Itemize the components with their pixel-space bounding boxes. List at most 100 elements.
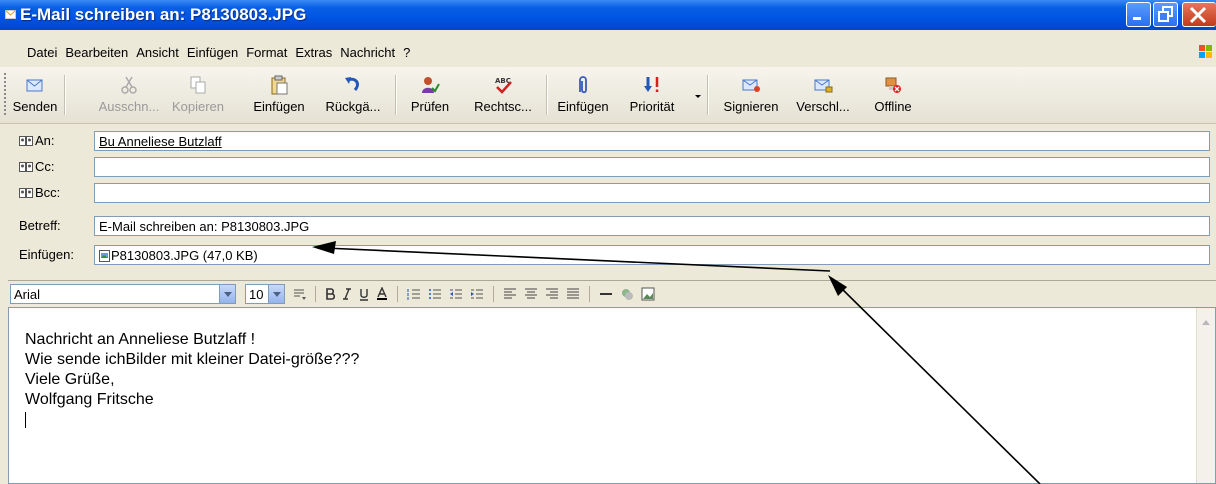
encrypt-label: Verschl... <box>796 99 850 114</box>
body-line: Viele Grüße, <box>25 371 115 388</box>
increase-indent-icon[interactable] <box>470 287 484 301</box>
toolbar-grip[interactable] <box>4 73 6 117</box>
vertical-scrollbar[interactable] <box>1196 308 1215 483</box>
priority-label: Priorität <box>629 99 675 114</box>
toolbar-separator <box>707 75 709 115</box>
menu-extras[interactable]: Extras <box>295 45 332 60</box>
subject-field[interactable]: E-Mail schreiben an: P8130803.JPG <box>94 216 1210 236</box>
check-names-label: Prüfen <box>410 99 450 114</box>
windows-logo-icon <box>1199 45 1212 58</box>
address-book-icon <box>19 162 33 172</box>
paragraph-style-icon[interactable] <box>292 287 306 301</box>
subject-row: Betreff: E-Mail schreiben an: P8130803.J… <box>0 214 1216 238</box>
send-button[interactable]: Senden <box>10 67 60 123</box>
menu-datei[interactable]: Datei <box>27 45 57 60</box>
insert-picture-icon[interactable] <box>641 287 655 301</box>
toolbar-separator <box>64 75 66 115</box>
bcc-field[interactable] <box>94 183 1210 203</box>
to-label-button[interactable]: An: <box>19 133 55 148</box>
encrypt-button[interactable]: Verschl... <box>788 67 858 123</box>
minimize-button[interactable] <box>1126 2 1151 27</box>
insert-link-icon[interactable] <box>620 287 634 301</box>
menu-help[interactable]: ? <box>403 45 410 60</box>
paste-label: Einfügen <box>253 99 305 114</box>
align-left-icon[interactable] <box>503 287 517 301</box>
bcc-row: Bcc: <box>0 181 1216 205</box>
sign-button[interactable]: Signieren <box>717 67 785 123</box>
offline-label: Offline <box>874 99 912 114</box>
cut-icon <box>121 76 137 94</box>
toolbar: Senden Ausschn... Kopieren Einfügen Rück… <box>0 67 1216 124</box>
check-names-button[interactable]: Prüfen <box>402 67 458 123</box>
copy-button[interactable]: Kopieren <box>163 67 233 123</box>
align-center-icon[interactable] <box>524 287 538 301</box>
undo-label: Rückgä... <box>325 99 381 114</box>
italic-icon[interactable] <box>342 287 352 301</box>
attach-button[interactable]: Einfügen <box>549 67 617 123</box>
horizontal-line-icon[interactable] <box>599 287 613 301</box>
bullet-list-icon[interactable] <box>428 287 442 301</box>
decrease-indent-icon[interactable] <box>449 287 463 301</box>
message-header: An: Bu Anneliese Butzlaff Cc: Bcc: Betre… <box>0 124 1216 268</box>
font-color-icon[interactable] <box>376 287 388 301</box>
to-label: An: <box>35 133 55 148</box>
numbered-list-icon[interactable] <box>407 287 421 301</box>
priority-button[interactable]: Priorität <box>620 67 684 123</box>
paste-button[interactable]: Einfügen <box>245 67 313 123</box>
font-size-select[interactable]: 10 <box>245 284 285 304</box>
chevron-down-icon[interactable] <box>268 285 284 303</box>
cut-button[interactable]: Ausschn... <box>96 67 162 123</box>
justify-icon[interactable] <box>566 287 580 301</box>
maximize-button[interactable] <box>1153 2 1178 27</box>
chevron-down-icon[interactable] <box>219 285 235 303</box>
body-line: Nachricht an Anneliese Butzlaff ! <box>25 331 256 348</box>
offline-icon <box>885 77 901 93</box>
address-book-icon <box>19 188 33 198</box>
copy-icon <box>190 76 206 94</box>
body-text[interactable]: Nachricht an Anneliese Butzlaff ! Wie se… <box>25 330 359 428</box>
cc-label-button[interactable]: Cc: <box>19 159 55 174</box>
bcc-label: Bcc: <box>35 185 61 200</box>
paste-icon <box>271 75 288 95</box>
menu-bar: Datei Bearbeiten Ansicht Einfügen Format… <box>0 30 1216 67</box>
bcc-label-button[interactable]: Bcc: <box>19 185 60 200</box>
format-buttons <box>292 286 655 302</box>
priority-dropdown-icon[interactable] <box>695 95 701 98</box>
body-line: Wie sende ichBilder mit kleiner Datei-gr… <box>25 351 360 368</box>
close-button[interactable] <box>1182 2 1216 27</box>
menu-format[interactable]: Format <box>246 45 287 60</box>
font-value: Arial <box>14 287 41 302</box>
attachment-field[interactable]: P8130803.JPG (47,0 KB) <box>94 245 1210 265</box>
toolbar-separator <box>395 75 397 115</box>
undo-button[interactable]: Rückgä... <box>313 67 393 123</box>
close-icon <box>1189 6 1207 24</box>
title-bar[interactable]: E-Mail schreiben an: P8130803.JPG <box>0 0 1216 30</box>
font-size-value: 10 <box>249 287 264 302</box>
scroll-up-icon[interactable] <box>1202 320 1210 325</box>
restore-icon <box>1158 6 1173 22</box>
message-body[interactable]: Nachricht an Anneliese Butzlaff ! Wie se… <box>8 307 1216 484</box>
bold-icon[interactable] <box>325 287 335 301</box>
sign-label: Signieren <box>723 99 779 114</box>
cc-row: Cc: <box>0 155 1216 179</box>
align-right-icon[interactable] <box>545 287 559 301</box>
font-select[interactable]: Arial <box>10 284 236 304</box>
underline-icon[interactable] <box>359 287 369 301</box>
attach-label: Einfügen <box>557 99 609 114</box>
send-label: Senden <box>12 99 58 114</box>
to-row: An: Bu Anneliese Butzlaff <box>0 129 1216 153</box>
offline-button[interactable]: Offline <box>866 67 920 123</box>
subject-label: Betreff: <box>19 218 61 233</box>
attachment-name[interactable]: P8130803.JPG (47,0 KB) <box>111 248 258 263</box>
spelling-button[interactable]: ABC Rechtsc... <box>463 67 543 123</box>
sign-icon <box>742 79 760 92</box>
undo-icon <box>345 77 359 91</box>
cc-field[interactable] <box>94 157 1210 177</box>
mail-app-icon <box>5 10 16 19</box>
to-field[interactable]: Bu Anneliese Butzlaff <box>94 131 1210 151</box>
menu-nachricht[interactable]: Nachricht <box>340 45 395 60</box>
menu-einfuegen[interactable]: Einfügen <box>187 45 238 60</box>
attach-row: Einfügen: P8130803.JPG (47,0 KB) <box>0 243 1216 267</box>
menu-ansicht[interactable]: Ansicht <box>136 45 179 60</box>
menu-bearbeiten[interactable]: Bearbeiten <box>65 45 128 60</box>
